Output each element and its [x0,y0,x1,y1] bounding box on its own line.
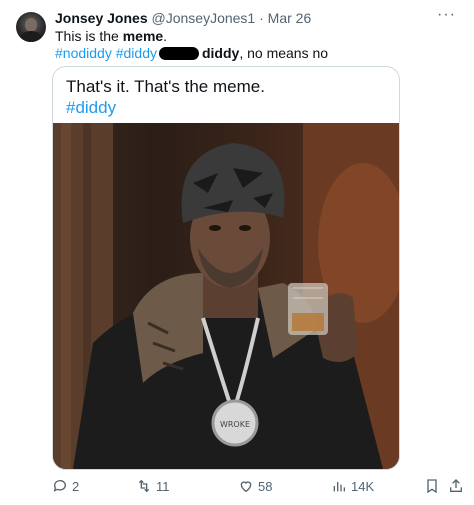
tweet-header: Jonsey Jones @JonseyJones1 · Mar 26 [55,10,311,27]
views-icon [333,482,345,492]
like-count: 58 [258,478,273,494]
tweet-text-line2: #nodiddy #diddy diddy, no means no [55,45,328,62]
author-name[interactable]: Jonsey Jones [55,10,148,26]
share-icon [450,479,462,492]
like-button[interactable]: 58 [238,478,272,494]
views-button[interactable]: 14K [331,478,374,494]
meme-image[interactable]: WROKE [53,123,399,469]
retweet-count: 11 [156,478,170,494]
header-separator: · [259,10,264,26]
avatar[interactable] [16,12,46,42]
tweet-text-tail: , no means no [239,45,329,61]
more-icon[interactable]: ··· [437,6,456,24]
action-bar: 2 11 58 14K [0,478,474,500]
quoted-media-card[interactable]: That's it. That's the meme. #diddy WROKE [52,66,400,470]
tweet: Jonsey Jones @JonseyJones1 · Mar 26 ··· … [0,0,474,505]
tweet-text-diddy: diddy [201,45,240,61]
card-hashtag[interactable]: #diddy [66,97,265,118]
card-caption: That's it. That's the meme. #diddy [66,76,265,118]
tweet-text-bold: meme [122,28,164,44]
redaction-bar [158,47,199,60]
reply-button[interactable]: 2 [52,478,79,494]
retweet-button[interactable]: 11 [136,478,170,494]
retweet-icon [138,479,150,493]
views-count: 14K [351,478,375,494]
tweet-text-suffix: . [163,28,168,44]
share-button[interactable] [448,478,464,494]
reply-icon [53,480,66,492]
hashtag-diddy[interactable]: #diddy [116,45,157,61]
bookmark-button[interactable] [424,478,440,494]
like-icon [240,481,252,493]
tweet-text-line1: This is the meme. [55,28,167,45]
hashtag-nodiddy[interactable]: #nodiddy [55,45,112,61]
author-handle[interactable]: @JonseyJones1 [152,10,256,26]
card-caption-text: That's it. That's the meme. [66,77,265,96]
tweet-date[interactable]: Mar 26 [268,10,312,26]
svg-text:WROKE: WROKE [220,420,250,429]
reply-count: 2 [72,478,80,494]
tweet-text-prefix: This is the [55,28,123,44]
bookmark-icon [427,479,437,494]
